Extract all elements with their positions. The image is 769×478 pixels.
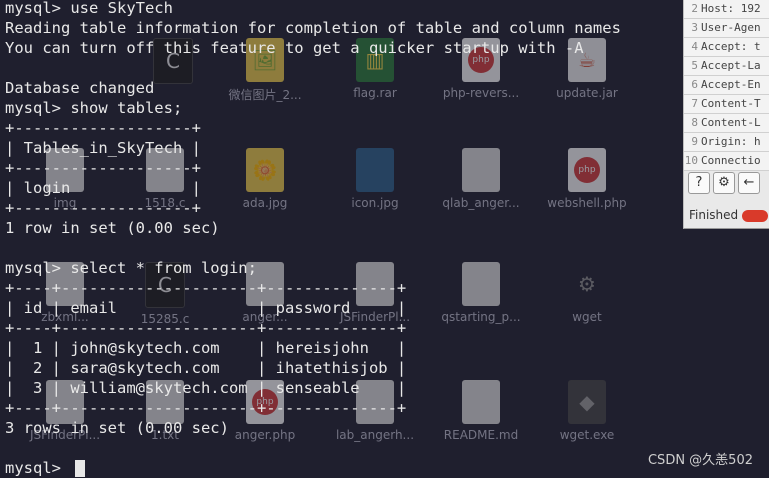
terminal-line: +----+---------------------+------------… [5,399,407,417]
line-number: 7 [691,97,698,110]
line-number: 2 [691,2,698,15]
terminal-line: +-------------------+ [5,199,201,217]
file-label: wget.exe [559,428,615,442]
header-text: Content-L [701,116,761,129]
terminal-line: Reading table information for completion… [5,19,621,37]
file-label: flag.rar [353,86,397,100]
terminal-line: +----+---------------------+------------… [5,319,407,337]
line-number: 3 [691,21,698,34]
header-text: Accept-La [701,59,761,72]
browser-devtools-panel: 2 Host: 192 3 User-Agen 4 Accept: t 5 Accept-La… [683,0,769,229]
desktop-icon-qlab-anger[interactable]: qlab_anger... [436,148,526,210]
file-label: wget [572,310,602,324]
file-label: php-revers... [442,86,520,100]
request-header-line[interactable]: 9 Origin: h [684,133,769,152]
file-label: ada.jpg [242,196,288,210]
request-header-line[interactable]: 3 User-Agen [684,19,769,38]
terminal-line: You can turn off this feature to get a q… [5,39,584,57]
terminal-line: mysql> select * from login; [5,259,257,277]
line-number: 9 [691,135,698,148]
status-text: Finished [689,208,739,222]
gear-icon[interactable]: ⚙ [713,172,735,194]
desktop-icon-qstarting[interactable]: qstarting_p... [436,262,526,324]
request-header-line[interactable]: 6 Accept-En [684,76,769,95]
header-text: Accept: t [701,40,761,53]
file-icon: ◆ [568,380,606,424]
terminal-line: 1 row in set (0.00 sec) [5,219,220,237]
file-label: 微信图片_2... [228,88,302,102]
file-icon: 🌼 [246,148,284,192]
desktop-icon-wget[interactable]: ⚙ wget [542,262,632,324]
file-label: anger.php [234,428,296,442]
terminal-line: mysql> use SkyTech [5,0,173,17]
line-number: 10 [684,154,698,167]
terminal-line: Database changed [5,79,155,97]
header-text: Connectio [701,154,761,167]
request-header-line[interactable]: 2 Host: 192 [684,0,769,19]
line-number: 6 [691,78,698,91]
file-icon [462,380,500,424]
request-header-line[interactable]: 5 Accept-La [684,57,769,76]
file-icon [356,148,394,192]
header-text: Content-T [701,97,761,110]
file-label: qlab_anger... [442,196,520,210]
terminal-line: 3 rows in set (0.00 sec) [5,419,229,437]
desktop-icon-readme-md[interactable]: README.md [436,380,526,442]
help-icon[interactable]: ? [688,172,710,194]
file-icon [462,262,500,306]
header-text: Host: 192 [701,2,761,15]
request-header-line[interactable]: 7 Content-T [684,95,769,114]
file-label: update.jar [556,86,618,100]
terminal-line: | id | email | password | [5,299,407,317]
request-headers-list: 2 Host: 192 3 User-Agen 4 Accept: t 5 Accept-La… [684,0,769,171]
terminal-line: | Tables_in_SkyTech | [5,139,201,157]
file-label: README.md [443,428,519,442]
back-arrow-icon[interactable]: ← [738,172,760,194]
terminal-line: +-------------------+ [5,119,201,137]
terminal-line: mysql> show tables; [5,99,183,117]
desktop-icon-webshell-php[interactable]: php webshell.php [542,148,632,210]
watermark: CSDN @久恙502 [647,453,753,468]
request-header-line[interactable]: 10 Connectio [684,152,769,171]
request-header-line[interactable]: 8 Content-L [684,114,769,133]
file-label: webshell.php [547,196,627,210]
progress-indicator [742,209,769,222]
terminal-line: | 2 | sara@skytech.com | ihatethisjob | [5,359,407,377]
header-text: Accept-En [701,78,761,91]
status-bar: Finished [684,204,769,226]
terminal-line: | 3 | william@skytech.com | senseable | [5,379,407,397]
terminal-cursor [75,460,85,477]
file-icon: ⚙ [578,272,596,296]
line-number: 5 [691,59,698,72]
line-number: 8 [691,116,698,129]
terminal-line: mysql> [5,459,71,477]
file-icon: php [568,148,606,192]
desktop-icon-wget-exe[interactable]: ◆ wget.exe [542,380,632,442]
desktop-icon-icon-jpg[interactable]: icon.jpg [330,148,420,210]
devtools-toolbar: ? ⚙ ← [684,170,769,196]
header-text: User-Agen [701,21,761,34]
terminal-line: +----+---------------------+------------… [5,279,407,297]
request-header-line[interactable]: 4 Accept: t [684,38,769,57]
header-text: Origin: h [701,135,761,148]
file-label: lab_angerh... [335,428,415,442]
terminal-line: | login | [5,179,201,197]
terminal-line: +-------------------+ [5,159,201,177]
file-label: qstarting_p... [441,310,521,324]
file-icon [462,148,500,192]
line-number: 4 [691,40,698,53]
terminal-line: | 1 | john@skytech.com | hereisjohn | [5,339,407,357]
file-label: icon.jpg [351,196,399,210]
desktop-icon-ada-jpg[interactable]: 🌼 ada.jpg [220,148,310,210]
